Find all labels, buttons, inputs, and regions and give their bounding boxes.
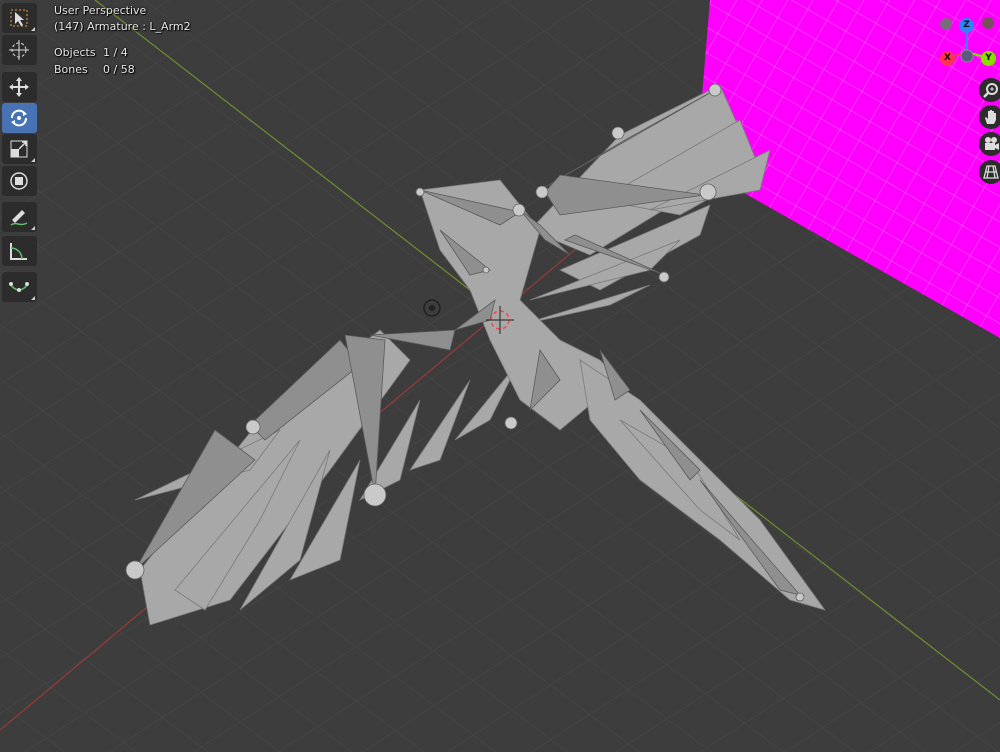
cursor-icon	[9, 40, 29, 60]
stats-objects-value: 1 / 4	[103, 46, 128, 59]
move-tool[interactable]	[2, 72, 37, 102]
gizmo-z-axis[interactable]: Z	[959, 18, 974, 33]
view-name: User Perspective	[54, 4, 147, 17]
gizmo-x-axis[interactable]: X	[940, 51, 955, 66]
annotate-tool[interactable]	[2, 202, 37, 232]
move-icon	[9, 77, 29, 97]
bone-envelope-icon	[9, 282, 29, 292]
camera-view-button[interactable]	[979, 132, 1000, 156]
3d-viewport[interactable]: User Perspective (147) Armature : L_Arm2…	[0, 0, 1000, 752]
annotate-icon	[10, 210, 28, 226]
zoom-icon	[983, 83, 998, 98]
scale-tool[interactable]	[2, 134, 37, 164]
navigation-gizmo[interactable]: Z X Y	[936, 14, 1000, 70]
select-box-icon	[10, 9, 28, 27]
stats-bones-label: Bones	[54, 63, 88, 76]
viewport-scene[interactable]	[0, 0, 1000, 752]
transform-tool[interactable]	[2, 166, 37, 196]
gizmo-y-axis[interactable]: Y	[981, 51, 996, 66]
select-box-tool[interactable]	[2, 3, 37, 33]
transform-icon	[10, 172, 28, 190]
cursor-tool[interactable]	[2, 35, 37, 65]
stats-objects-label: Objects	[54, 46, 96, 59]
measure-icon	[10, 243, 27, 260]
scale-icon	[10, 140, 28, 158]
zoom-button[interactable]	[979, 78, 1000, 102]
active-object-label: (147) Armature : L_Arm2	[54, 20, 191, 33]
stats-bones-value: 0 / 58	[103, 63, 135, 76]
bone-envelope-tool[interactable]	[2, 272, 37, 302]
pan-button[interactable]	[979, 105, 1000, 129]
rotate-tool[interactable]	[2, 103, 37, 133]
rotate-icon	[11, 109, 27, 127]
measure-tool[interactable]	[2, 236, 37, 266]
grid-icon	[983, 165, 999, 179]
hand-icon	[985, 110, 996, 124]
perspective-toggle-button[interactable]	[979, 160, 1000, 184]
camera-icon	[985, 137, 999, 150]
